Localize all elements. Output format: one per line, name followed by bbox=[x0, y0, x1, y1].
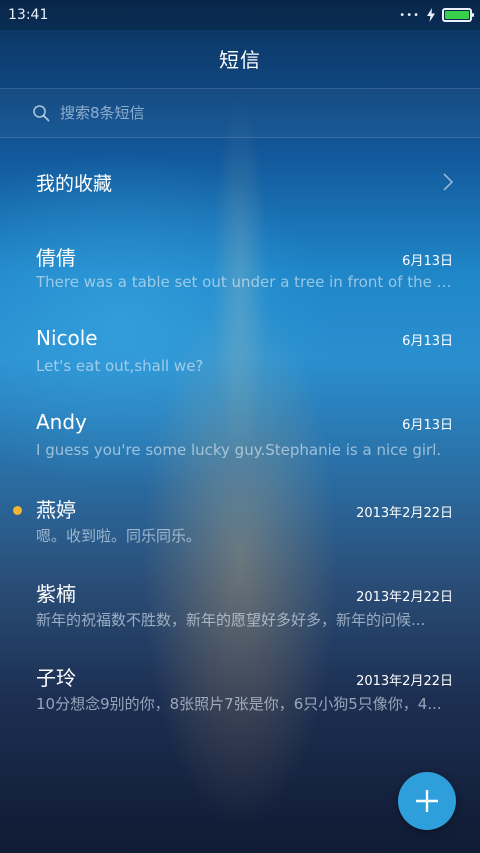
search-icon bbox=[33, 105, 50, 122]
battery-icon bbox=[442, 8, 474, 22]
conversation-item[interactable]: 紫楠 2013年2月22日 新年的祝福数不胜数，新年的愿望好多好多，新年的问候.… bbox=[0, 560, 480, 644]
message-date: 6月13日 bbox=[402, 418, 453, 433]
message-preview: There was a table set out under a tree i… bbox=[36, 273, 453, 291]
contact-name: Nicole bbox=[36, 326, 98, 350]
status-indicators: ••• bbox=[399, 8, 474, 22]
battery-fill bbox=[445, 11, 469, 19]
message-preview: 10分想念9别的你，8张照片7张是你，6只小狗5只像你，4... bbox=[36, 695, 442, 713]
conversation-item[interactable]: 倩倩 6月13日 There was a table set out under… bbox=[0, 224, 480, 308]
search-bar[interactable] bbox=[0, 88, 480, 138]
conversation-item[interactable]: 燕婷 2013年2月22日 嗯。收到啦。同乐同乐。 bbox=[0, 476, 480, 560]
message-list: 倩倩 6月13日 There was a table set out under… bbox=[0, 224, 480, 728]
signal-dots: ••• bbox=[399, 9, 420, 21]
status-time: 13:41 bbox=[8, 7, 49, 23]
chevron-right-icon bbox=[443, 173, 454, 191]
conversation-item[interactable]: 子玲 2013年2月22日 10分想念9别的你，8张照片7张是你，6只小狗5只像… bbox=[0, 644, 480, 728]
message-date: 2013年2月22日 bbox=[356, 590, 453, 605]
contact-name: 子玲 bbox=[36, 666, 76, 690]
message-preview: 嗯。收到啦。同乐同乐。 bbox=[36, 527, 202, 545]
status-bar: 13:41 ••• bbox=[0, 0, 480, 30]
unread-dot bbox=[13, 506, 22, 515]
message-date: 6月13日 bbox=[402, 254, 453, 269]
plus-icon bbox=[416, 790, 438, 812]
bolt-icon bbox=[427, 8, 435, 22]
conversation-item[interactable]: Andy 6月13日 I guess you're some lucky guy… bbox=[0, 392, 480, 476]
search-input[interactable] bbox=[60, 104, 420, 122]
favorites-row[interactable]: 我的收藏 bbox=[0, 140, 480, 224]
contact-name: 紫楠 bbox=[36, 582, 76, 606]
message-preview: Let's eat out,shall we? bbox=[36, 357, 204, 375]
favorites-label: 我的收藏 bbox=[36, 172, 113, 195]
message-date: 2013年2月22日 bbox=[356, 674, 453, 689]
header: 短信 bbox=[0, 30, 480, 86]
contact-name: 燕婷 bbox=[36, 498, 76, 522]
compose-button[interactable] bbox=[398, 772, 456, 830]
contact-name: Andy bbox=[36, 410, 87, 434]
message-date: 6月13日 bbox=[402, 334, 453, 349]
message-preview: 新年的祝福数不胜数，新年的愿望好多好多，新年的问候... bbox=[36, 611, 426, 629]
message-preview: I guess you're some lucky guy.Stephanie … bbox=[36, 441, 442, 459]
page-title: 短信 bbox=[219, 47, 261, 72]
contact-name: 倩倩 bbox=[36, 246, 76, 270]
conversation-item[interactable]: Nicole 6月13日 Let's eat out,shall we? bbox=[0, 308, 480, 392]
message-date: 2013年2月22日 bbox=[356, 506, 453, 521]
